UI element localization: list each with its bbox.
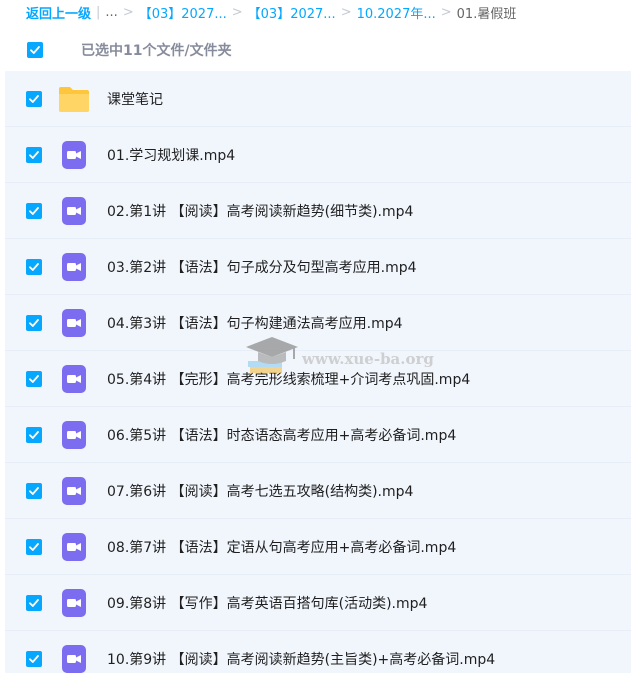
file-name[interactable]: 09.第8讲 【写作】高考英语百搭句库(活动类).mp4 (107, 593, 427, 613)
file-name[interactable]: 05.第4讲 【完形】高考完形线索梳理+介词考点巩固.mp4 (107, 369, 470, 389)
check-icon (29, 95, 39, 103)
check-icon (29, 263, 39, 271)
file-list: 课堂笔记 01.学习规划课.mp4 02.第1讲 【阅读】高考阅读新趋势(细节类… (5, 71, 631, 673)
chevron-right-icon: > (122, 4, 134, 20)
file-name[interactable]: 07.第6讲 【阅读】高考七选五攻略(结构类).mp4 (107, 481, 413, 501)
row-checkbox[interactable] (26, 259, 42, 275)
file-row-video[interactable]: 01.学习规划课.mp4 (5, 127, 631, 183)
video-file-icon (62, 197, 86, 225)
row-checkbox[interactable] (26, 427, 42, 443)
row-checkbox[interactable] (26, 315, 42, 331)
video-file-icon (62, 533, 86, 561)
select-all-checkbox[interactable] (27, 42, 43, 58)
file-name[interactable]: 02.第1讲 【阅读】高考阅读新趋势(细节类).mp4 (107, 201, 413, 221)
file-name[interactable]: 01.学习规划课.mp4 (107, 145, 235, 165)
file-row-video[interactable]: 02.第1讲 【阅读】高考阅读新趋势(细节类).mp4 (5, 183, 631, 239)
file-row-video[interactable]: 09.第8讲 【写作】高考英语百搭句库(活动类).mp4 (5, 575, 631, 631)
file-name[interactable]: 03.第2讲 【语法】句子成分及句型高考应用.mp4 (107, 257, 417, 277)
video-file-icon (62, 477, 86, 505)
file-name[interactable]: 10.第9讲 【阅读】高考阅读新趋势(主旨类)+高考必备词.mp4 (107, 649, 495, 669)
file-row-video[interactable]: 07.第6讲 【阅读】高考七选五攻略(结构类).mp4 (5, 463, 631, 519)
file-row-video[interactable]: 05.第4讲 【完形】高考完形线索梳理+介词考点巩固.mp4 (5, 351, 631, 407)
file-name[interactable]: 04.第3讲 【语法】句子构建通法高考应用.mp4 (107, 313, 403, 333)
check-icon (29, 599, 39, 607)
video-file-icon (62, 309, 86, 337)
breadcrumb-separator: | (96, 4, 101, 20)
video-file-icon (62, 141, 86, 169)
breadcrumb-ellipsis[interactable]: ... (105, 5, 117, 20)
breadcrumb-item[interactable]: 【03】2027... (248, 3, 336, 22)
check-icon (29, 319, 39, 327)
check-icon (29, 543, 39, 551)
breadcrumb-item[interactable]: 【03】2027... (139, 3, 227, 22)
file-row-video[interactable]: 04.第3讲 【语法】句子构建通法高考应用.mp4 (5, 295, 631, 351)
chevron-right-icon: > (440, 4, 452, 20)
breadcrumb-current: 01.暑假班 (456, 6, 517, 22)
check-icon (29, 207, 39, 215)
breadcrumb-item[interactable]: 10.2027年... (357, 3, 436, 22)
check-icon (29, 151, 39, 159)
row-checkbox[interactable] (26, 91, 42, 107)
back-link[interactable]: 返回上一级 (26, 3, 91, 22)
row-checkbox[interactable] (26, 371, 42, 387)
row-checkbox[interactable] (26, 539, 42, 555)
breadcrumb: 返回上一级 | ... > 【03】2027... > 【03】2027... … (0, 0, 631, 24)
file-row-video[interactable]: 10.第9讲 【阅读】高考阅读新趋势(主旨类)+高考必备词.mp4 (5, 631, 631, 673)
file-name[interactable]: 06.第5讲 【语法】时态语态高考应用+高考必备词.mp4 (107, 425, 456, 445)
check-icon (29, 655, 39, 663)
file-name[interactable]: 08.第7讲 【语法】定语从句高考应用+高考必备词.mp4 (107, 537, 456, 557)
row-checkbox[interactable] (26, 651, 42, 667)
check-icon (29, 375, 39, 383)
chevron-right-icon: > (340, 4, 352, 20)
file-row-video[interactable]: 08.第7讲 【语法】定语从句高考应用+高考必备词.mp4 (5, 519, 631, 575)
row-checkbox[interactable] (26, 595, 42, 611)
row-checkbox[interactable] (26, 483, 42, 499)
video-file-icon (62, 365, 86, 393)
select-all-bar: 已选中11个文件/文件夹 (0, 26, 631, 74)
video-file-icon (62, 421, 86, 449)
row-checkbox[interactable] (26, 203, 42, 219)
check-icon (30, 46, 40, 54)
video-file-icon (62, 645, 86, 673)
file-row-folder[interactable]: 课堂笔记 (5, 71, 631, 127)
check-icon (29, 431, 39, 439)
file-row-video[interactable]: 03.第2讲 【语法】句子成分及句型高考应用.mp4 (5, 239, 631, 295)
video-file-icon (62, 589, 86, 617)
row-checkbox[interactable] (26, 147, 42, 163)
folder-icon (59, 87, 89, 112)
video-file-icon (62, 253, 86, 281)
selection-count: 已选中11个文件/文件夹 (81, 43, 232, 59)
file-row-video[interactable]: 06.第5讲 【语法】时态语态高考应用+高考必备词.mp4 (5, 407, 631, 463)
file-name[interactable]: 课堂笔记 (107, 89, 163, 109)
chevron-right-icon: > (231, 4, 243, 20)
check-icon (29, 487, 39, 495)
